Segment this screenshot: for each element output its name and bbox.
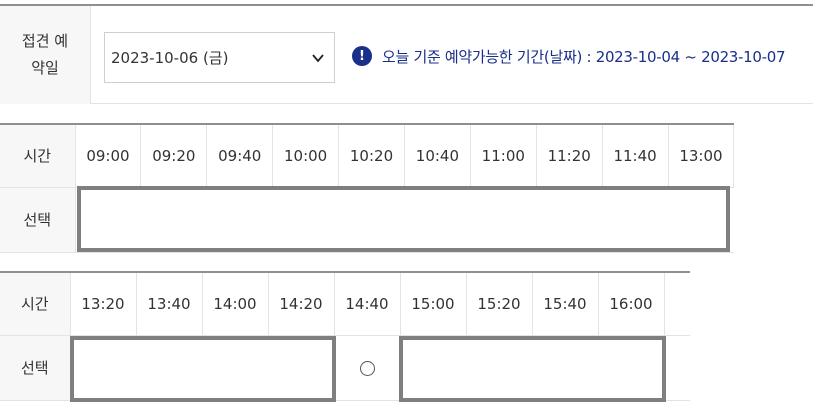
time-label: 13:20 [70, 271, 137, 336]
info-icon: ! [352, 46, 372, 66]
visit-date-label-line1: 접견 예 [21, 32, 69, 50]
time-label: 10:20 [338, 123, 405, 188]
time-label: 09:40 [206, 123, 274, 188]
time-label: 11:20 [536, 123, 603, 188]
unavailable-slots-box [399, 336, 666, 402]
time-label: 15:00 [400, 271, 467, 336]
reservation-period-notice: ! 오늘 기준 예약가능한 기간(날짜) : 2023-10-04 ~ 2023… [352, 44, 786, 68]
time-label: 15:40 [532, 271, 599, 336]
empty-cell [664, 335, 690, 401]
time-label: 09:20 [140, 123, 208, 188]
select-header: 선택 [0, 335, 71, 401]
reservation-period-text: 오늘 기준 예약가능한 기간(날짜) : 2023-10-04 ~ 2023-1… [382, 47, 786, 66]
visit-date-section: 접견 예 약일 2023-10-06 (금) ! 오늘 기준 예약가능한 기간(… [0, 4, 813, 104]
visit-date-label-line2: 약일 [31, 59, 59, 77]
radio-button-icon[interactable] [359, 360, 375, 376]
time-label: 16:00 [598, 271, 665, 336]
time-label: 13:00 [668, 123, 735, 188]
time-header: 시간 [0, 123, 76, 188]
time-label: 15:20 [466, 271, 533, 336]
time-label: 10:40 [404, 123, 471, 188]
time-label: 14:20 [268, 271, 335, 336]
time-label: 10:00 [272, 123, 340, 188]
chevron-down-icon [312, 54, 324, 63]
time-label: 13:40 [136, 271, 203, 336]
unavailable-slots-box [77, 186, 730, 252]
time-label: 14:40 [334, 271, 401, 336]
time-label: 11:40 [602, 123, 669, 188]
empty-cell [664, 271, 690, 336]
unavailable-slots-box [70, 336, 336, 402]
visit-date-label: 접견 예 약일 [0, 6, 91, 104]
slot-cell-14-40[interactable] [334, 335, 400, 401]
visit-date-select[interactable]: 2023-10-06 (금) [104, 32, 335, 83]
time-label: 09:00 [75, 123, 142, 188]
time-row: 시간 09:00 09:20 09:40 10:00 10:20 10:40 1… [0, 123, 735, 188]
time-label: 11:00 [470, 123, 537, 188]
select-header: 선택 [0, 187, 76, 253]
time-row: 시간 13:20 13:40 14:00 14:20 14:40 15:00 1… [0, 271, 690, 336]
time-label: 14:00 [202, 271, 269, 336]
visit-date-select-value: 2023-10-06 (금) [111, 49, 229, 67]
time-header: 시간 [0, 271, 71, 336]
